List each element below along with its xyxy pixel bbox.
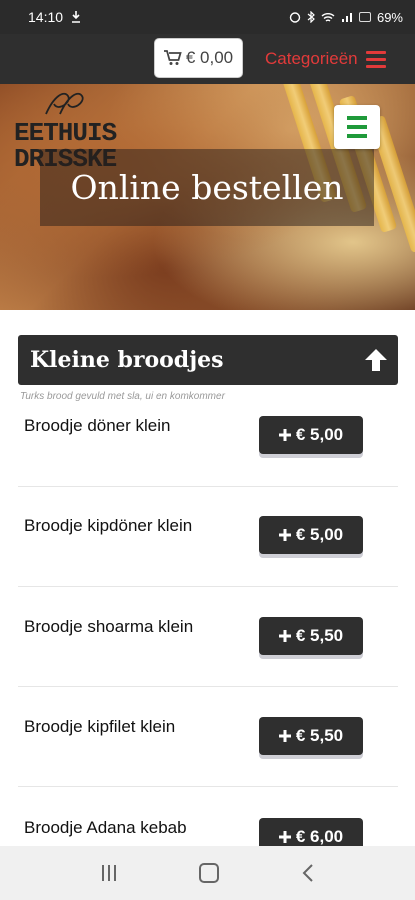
product-name: Broodje shoarma klein [24, 617, 194, 636]
back-icon[interactable] [302, 864, 314, 882]
add-to-cart-button[interactable]: € 5,00 [259, 416, 363, 454]
system-nav-bar [0, 846, 415, 900]
product-price: € 5,00 [295, 425, 344, 444]
cart-total: € 0,00 [185, 48, 234, 67]
wifi-icon [321, 12, 335, 22]
product-price: € 5,50 [295, 626, 344, 645]
divider [18, 786, 398, 787]
menu-bar [347, 134, 367, 138]
product-name: Broodje kipdöner klein [24, 516, 193, 535]
product-item: Broodje kipdöner klein € 5,00 [0, 486, 415, 586]
section-title: Kleine broodjes [30, 347, 224, 373]
recents-icon[interactable] [101, 865, 116, 881]
menu-toggle-button[interactable] [334, 105, 380, 149]
signal-icon [341, 12, 352, 22]
status-time: 14:10 [28, 9, 64, 25]
cart-icon [163, 50, 182, 65]
product-item: Broodje shoarma klein € 5,50 [0, 587, 415, 687]
page-title: Online bestellen [70, 168, 344, 207]
categories-label: Categorieën [265, 49, 358, 68]
logo-mark [45, 92, 84, 115]
plus-icon [278, 529, 291, 541]
download-icon [72, 11, 81, 23]
app-header: € 0,00 Categorieën [0, 34, 415, 84]
hero-banner: EETHUIS DRISSKE Online bestellen [0, 84, 415, 310]
battery-level: 69% [376, 9, 403, 25]
categories-link[interactable]: Categorieën [265, 34, 386, 84]
cart-button[interactable]: € 0,00 [154, 38, 243, 78]
hero-title-box: Online bestellen [40, 149, 374, 226]
plus-icon [278, 831, 291, 843]
battery-icon [358, 12, 371, 22]
status-bar: 14:10 69% [0, 0, 415, 34]
add-to-cart-button[interactable]: € 5,50 [259, 717, 363, 755]
product-price: € 5,00 [295, 525, 344, 544]
product-name: Broodje kipfilet klein [24, 717, 176, 736]
add-to-cart-button[interactable]: € 5,00 [259, 516, 363, 554]
logo-line-1: EETHUIS [14, 118, 117, 148]
product-item: Broodje kipfilet klein € 5,50 [0, 687, 415, 787]
product-price: € 5,50 [295, 726, 344, 745]
home-icon[interactable] [198, 863, 219, 883]
bluetooth-icon [307, 11, 315, 23]
arrow-up-icon[interactable] [362, 346, 390, 374]
plus-icon [278, 429, 291, 441]
hamburger-icon [365, 50, 386, 68]
plus-icon [278, 630, 291, 642]
product-name: Broodje Adana kebab [24, 818, 187, 837]
menu-bar [347, 116, 367, 120]
menu-bar [347, 125, 367, 129]
product-price: € 6,00 [295, 827, 344, 846]
plus-icon [278, 730, 291, 742]
product-item: Broodje döner klein € 5,00 [0, 386, 415, 486]
alarm-icon [289, 12, 301, 23]
section-header[interactable]: Kleine broodjes [18, 335, 398, 385]
product-name: Broodje döner klein [24, 416, 171, 435]
add-to-cart-button[interactable]: € 5,50 [259, 617, 363, 655]
